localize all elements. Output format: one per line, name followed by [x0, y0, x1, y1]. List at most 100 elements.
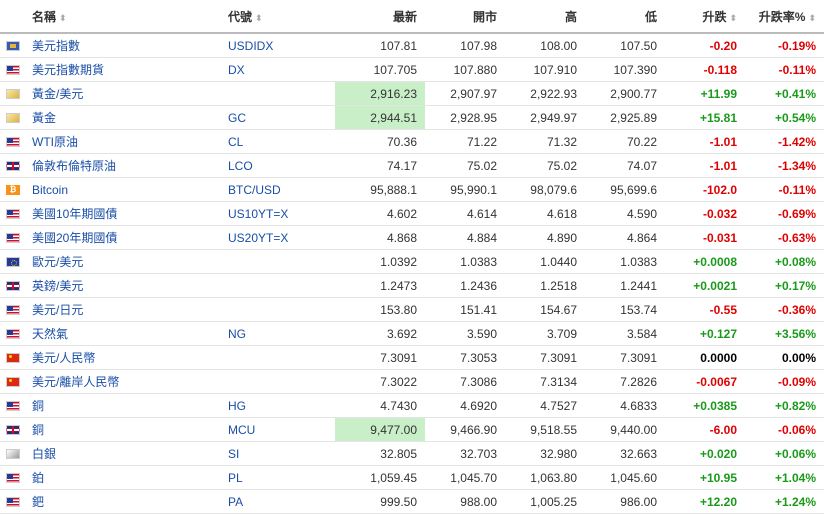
name-cell[interactable]: 歐元/美元: [24, 249, 220, 274]
instrument-name-link[interactable]: Bitcoin: [32, 183, 68, 197]
instrument-name-link[interactable]: 歐元/美元: [32, 255, 83, 269]
instrument-name-link[interactable]: 美元/日元: [32, 303, 83, 317]
symbol-cell[interactable]: US10YT=X: [220, 201, 335, 226]
symbol-cell[interactable]: [220, 297, 335, 322]
name-cell[interactable]: 黃金: [24, 105, 220, 130]
name-cell[interactable]: 銅: [24, 393, 220, 418]
symbol-link[interactable]: HG: [228, 399, 246, 413]
name-cell[interactable]: 鉑: [24, 465, 220, 490]
symbol-cell[interactable]: US20YT=X: [220, 225, 335, 250]
symbol-cell[interactable]: CL: [220, 129, 335, 154]
instrument-name-link[interactable]: 美國20年期國債: [32, 231, 117, 245]
table-row[interactable]: 美國10年期國債 US10YT=X 4.602 4.614 4.618 4.590 -0.0…: [0, 201, 824, 226]
instrument-name-link[interactable]: 鈀: [32, 495, 44, 509]
symbol-link[interactable]: US10YT=X: [228, 207, 288, 221]
instrument-name-link[interactable]: 天然氣: [32, 327, 68, 341]
symbol-link[interactable]: NG: [228, 327, 246, 341]
name-cell[interactable]: 美元指數期貨: [24, 57, 220, 82]
symbol-cell[interactable]: GC: [220, 105, 335, 130]
symbol-cell[interactable]: USDIDX: [220, 33, 335, 58]
symbol-link[interactable]: MCU: [228, 423, 255, 437]
sort-icon[interactable]: ⬍: [808, 13, 816, 23]
symbol-link[interactable]: US20YT=X: [228, 231, 288, 245]
instrument-name-link[interactable]: 倫敦布倫特原油: [32, 159, 116, 173]
name-cell[interactable]: 銅: [24, 417, 220, 442]
instrument-name-link[interactable]: 白銀: [32, 447, 56, 461]
name-cell[interactable]: 美元/人民幣: [24, 345, 220, 370]
header-name[interactable]: 名稱 ⬍: [24, 0, 220, 34]
table-row[interactable]: 歐元/美元 1.0392 1.0383 1.0440 1.0383 +0.0008 +0.0…: [0, 249, 824, 274]
symbol-link[interactable]: PA: [228, 495, 243, 509]
table-row[interactable]: 美元/人民幣 7.3091 7.3053 7.3091 7.3091 0.0000 0.00…: [0, 345, 824, 370]
instrument-name-link[interactable]: 美元/人民幣: [32, 351, 95, 365]
symbol-cell[interactable]: DX: [220, 57, 335, 82]
table-row[interactable]: 黃金/美元 2,916.23 2,907.97 2,922.93 2,900.77 +11…: [0, 81, 824, 106]
table-row[interactable]: 銅 MCU 9,477.00 9,466.90 9,518.55 9,440.00 -6.0…: [0, 417, 824, 442]
table-row[interactable]: 天然氣 NG 3.692 3.590 3.709 3.584 +0.127 +3.56%: [0, 321, 824, 346]
symbol-link[interactable]: CL: [228, 135, 243, 149]
name-cell[interactable]: 倫敦布倫特原油: [24, 153, 220, 178]
instrument-name-link[interactable]: 美元/離岸人民幣: [32, 375, 119, 389]
table-row[interactable]: 美元/日元 153.80 151.41 154.67 153.74 -0.55 -0.36%: [0, 297, 824, 322]
symbol-link[interactable]: SI: [228, 447, 239, 461]
instrument-name-link[interactable]: 美元指數: [32, 39, 80, 53]
header-symbol[interactable]: 代號 ⬍: [220, 0, 335, 34]
symbol-cell[interactable]: [220, 369, 335, 394]
symbol-cell[interactable]: BTC/USD: [220, 177, 335, 202]
name-cell[interactable]: 美元指數: [24, 33, 220, 58]
table-row[interactable]: 美國20年期國債 US20YT=X 4.868 4.884 4.890 4.864 -0.0…: [0, 225, 824, 250]
header-change-pct[interactable]: 升跌率% ⬍: [745, 0, 824, 34]
instrument-name-link[interactable]: 黃金/美元: [32, 87, 83, 101]
name-cell[interactable]: WTI原油: [24, 129, 220, 154]
symbol-cell[interactable]: LCO: [220, 153, 335, 178]
name-cell[interactable]: 美元/離岸人民幣: [24, 369, 220, 394]
symbol-link[interactable]: DX: [228, 63, 245, 77]
table-row[interactable]: 美元指數期貨 DX 107.705 107.880 107.910 107.390 -0.1…: [0, 57, 824, 82]
symbol-link[interactable]: GC: [228, 111, 246, 125]
symbol-cell[interactable]: [220, 249, 335, 274]
symbol-cell[interactable]: NG: [220, 321, 335, 346]
symbol-cell[interactable]: SI: [220, 441, 335, 466]
name-cell[interactable]: Bitcoin: [24, 177, 220, 202]
table-row[interactable]: 白銀 SI 32.805 32.703 32.980 32.663 +0.020 +0.06%: [0, 441, 824, 466]
table-row[interactable]: 美元指數 USDIDX 107.81 107.98 108.00 107.50 -0.20-…: [0, 33, 824, 58]
name-cell[interactable]: 白銀: [24, 441, 220, 466]
symbol-cell[interactable]: [220, 345, 335, 370]
table-row[interactable]: WTI原油 CL 70.36 71.22 71.32 70.22 -1.01 -1.42%: [0, 129, 824, 154]
table-row[interactable]: 鈀 PA 999.50 988.00 1,005.25 986.00 +12.20 +1.24…: [0, 489, 824, 514]
name-cell[interactable]: 英鎊/美元: [24, 273, 220, 298]
name-cell[interactable]: 美元/日元: [24, 297, 220, 322]
table-row[interactable]: ₿ Bitcoin BTC/USD 95,888.1 95,990.1 98,079.6 9…: [0, 177, 824, 202]
sort-icon[interactable]: ⬍: [59, 13, 67, 23]
sort-icon[interactable]: ⬍: [255, 13, 263, 23]
instrument-name-link[interactable]: 美國10年期國債: [32, 207, 117, 221]
symbol-cell[interactable]: [220, 273, 335, 298]
symbol-link[interactable]: USDIDX: [228, 39, 273, 53]
name-cell[interactable]: 美國20年期國債: [24, 225, 220, 250]
table-row[interactable]: 銅 HG 4.7430 4.6920 4.7527 4.6833 +0.0385 +0.82%: [0, 393, 824, 418]
instrument-name-link[interactable]: 銅: [32, 423, 44, 437]
instrument-name-link[interactable]: WTI原油: [32, 135, 78, 149]
instrument-name-link[interactable]: 英鎊/美元: [32, 279, 83, 293]
table-row[interactable]: 美元/離岸人民幣 7.3022 7.3086 7.3134 7.2826 -0.0067-…: [0, 369, 824, 394]
table-row[interactable]: 鉑 PL 1,059.45 1,045.70 1,063.80 1,045.60 +10.9…: [0, 465, 824, 490]
instrument-name-link[interactable]: 銅: [32, 399, 44, 413]
table-row[interactable]: 黃金 GC 2,944.51 2,928.95 2,949.97 2,925.89 +15.…: [0, 105, 824, 130]
symbol-cell[interactable]: PA: [220, 489, 335, 514]
instrument-name-link[interactable]: 黃金: [32, 111, 56, 125]
name-cell[interactable]: 黃金/美元: [24, 81, 220, 106]
symbol-cell[interactable]: MCU: [220, 417, 335, 442]
symbol-link[interactable]: PL: [228, 471, 243, 485]
header-change[interactable]: 升跌 ⬍: [665, 0, 745, 34]
name-cell[interactable]: 天然氣: [24, 321, 220, 346]
symbol-cell[interactable]: [220, 81, 335, 106]
table-row[interactable]: 倫敦布倫特原油 LCO 74.17 75.02 75.02 74.07 -1.01 -1.34…: [0, 153, 824, 178]
symbol-cell[interactable]: HG: [220, 393, 335, 418]
instrument-name-link[interactable]: 美元指數期貨: [32, 63, 104, 77]
instrument-name-link[interactable]: 鉑: [32, 471, 44, 485]
symbol-cell[interactable]: PL: [220, 465, 335, 490]
symbol-link[interactable]: LCO: [228, 159, 253, 173]
name-cell[interactable]: 美國10年期國債: [24, 201, 220, 226]
name-cell[interactable]: 鈀: [24, 489, 220, 514]
table-row[interactable]: 英鎊/美元 1.2473 1.2436 1.2518 1.2441 +0.0021 +0.1…: [0, 273, 824, 298]
